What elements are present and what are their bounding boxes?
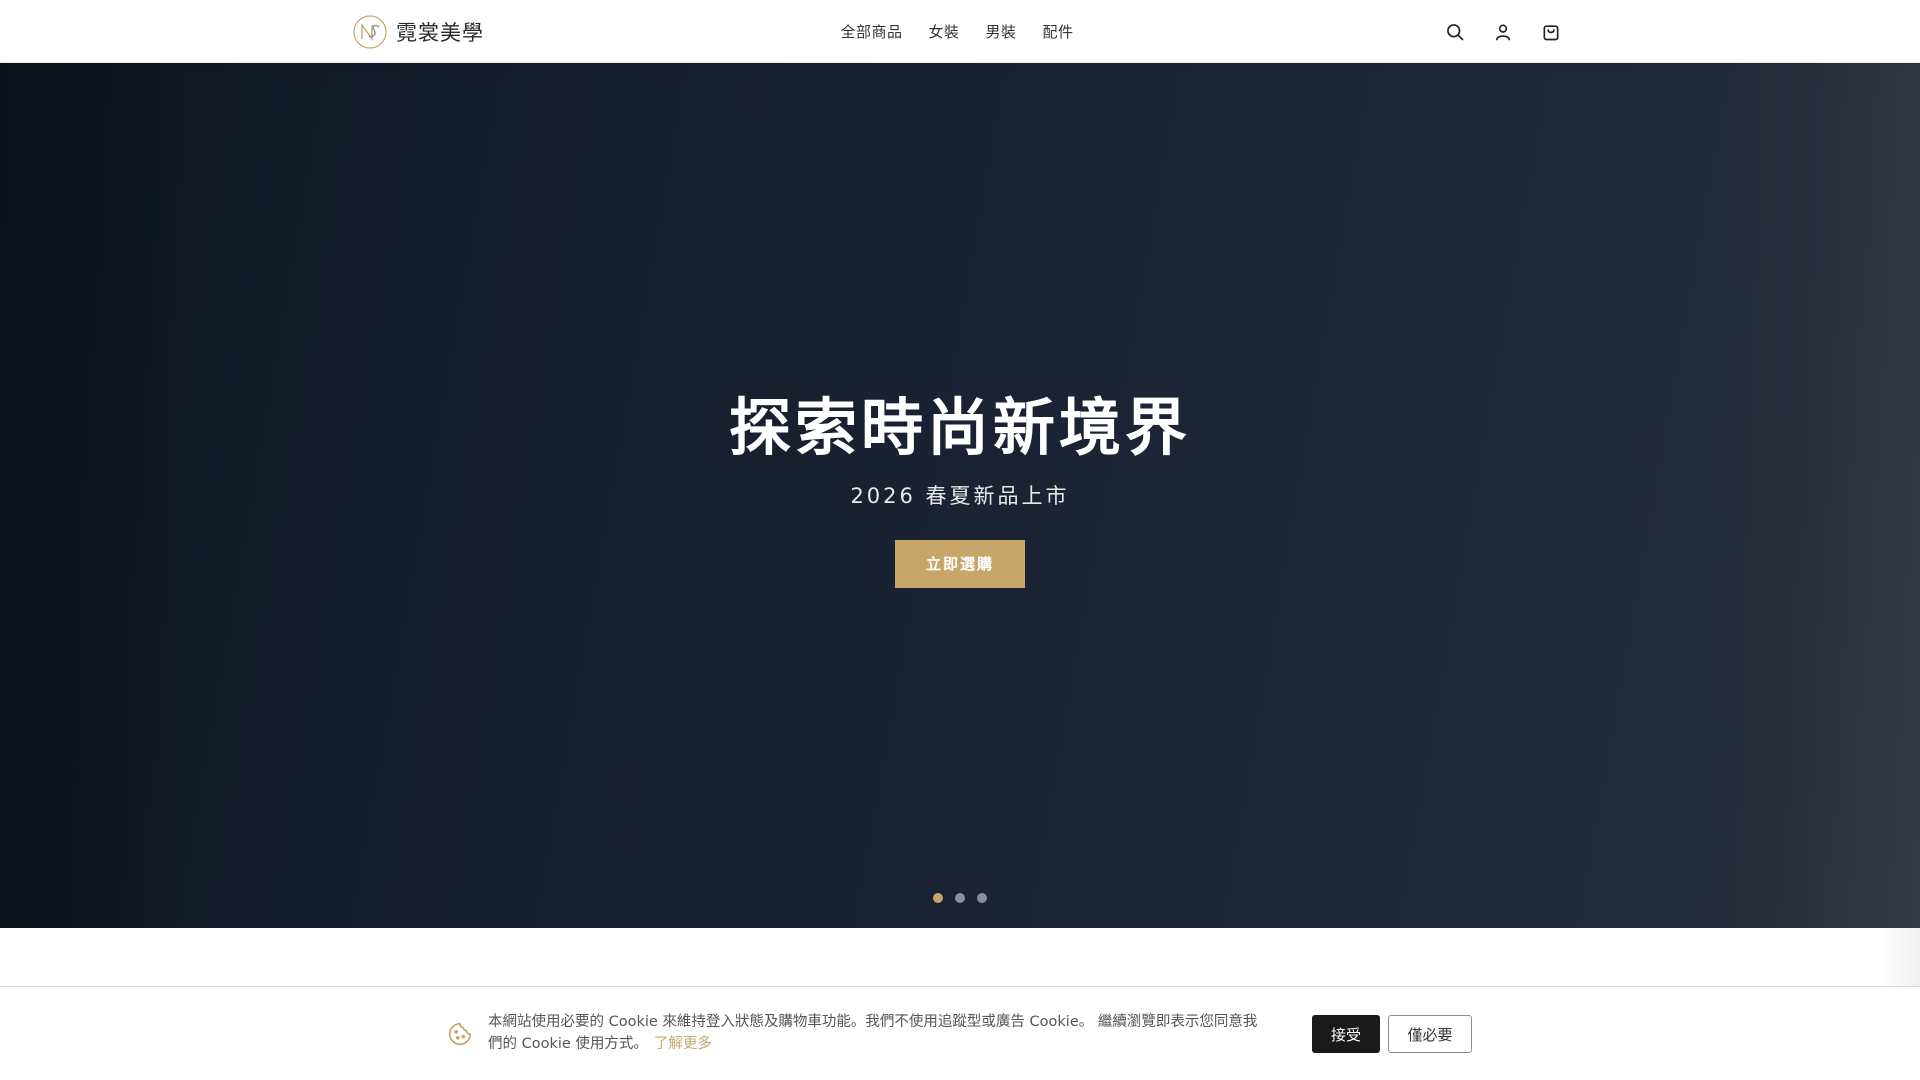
necessary-only-button[interactable]: 僅必要 <box>1388 1015 1472 1053</box>
carousel-dots <box>0 893 1920 903</box>
header-actions <box>1444 0 1562 63</box>
content-area <box>0 928 1920 986</box>
cart-icon[interactable] <box>1540 21 1562 43</box>
shop-now-button[interactable]: 立即選購 <box>895 540 1025 588</box>
carousel-dot-2[interactable] <box>955 893 965 903</box>
cookie-message-text: 本網站使用必要的 Cookie 來維持登入狀態及購物車功能。我們不使用追蹤型或廣… <box>488 1014 1258 1052</box>
nav-item-womens[interactable]: 女裝 <box>928 21 959 42</box>
main-nav: 全部商品 女裝 男裝 配件 <box>0 0 1920 63</box>
hero-subtitle: 2026 春夏新品上市 <box>850 484 1070 508</box>
hero-title: 探索時尚新境界 <box>728 391 1191 464</box>
cookie-consent-bar: 本網站使用必要的 Cookie 來維持登入狀態及購物車功能。我們不使用追蹤型或廣… <box>0 986 1920 1080</box>
search-icon[interactable] <box>1444 21 1466 43</box>
account-icon[interactable] <box>1492 21 1514 43</box>
scroll-edge-shadow <box>1880 928 1920 988</box>
hero-content: 探索時尚新境界 2026 春夏新品上市 立即選購 <box>0 388 1920 588</box>
nav-item-all-products[interactable]: 全部商品 <box>840 21 902 42</box>
site-logo[interactable]: 霓裳美學 <box>352 14 484 50</box>
hero-banner: 探索時尚新境界 2026 春夏新品上市 立即選購 <box>0 63 1920 928</box>
ns-monogram-logo-icon <box>353 15 387 49</box>
site-header: 霓裳美學 全部商品 女裝 男裝 配件 <box>0 0 1920 63</box>
logo-text: 霓裳美學 <box>396 21 484 45</box>
nav-item-accessories[interactable]: 配件 <box>1043 21 1074 42</box>
cookie-icon <box>448 1022 472 1046</box>
learn-more-link[interactable]: 了解更多 <box>654 1036 712 1052</box>
cookie-message: 本網站使用必要的 Cookie 來維持登入狀態及購物車功能。我們不使用追蹤型或廣… <box>488 1011 1268 1055</box>
carousel-dot-3[interactable] <box>977 893 987 903</box>
carousel-dot-1[interactable] <box>933 893 943 903</box>
nav-item-mens[interactable]: 男裝 <box>986 21 1017 42</box>
accept-cookies-button[interactable]: 接受 <box>1312 1015 1380 1053</box>
